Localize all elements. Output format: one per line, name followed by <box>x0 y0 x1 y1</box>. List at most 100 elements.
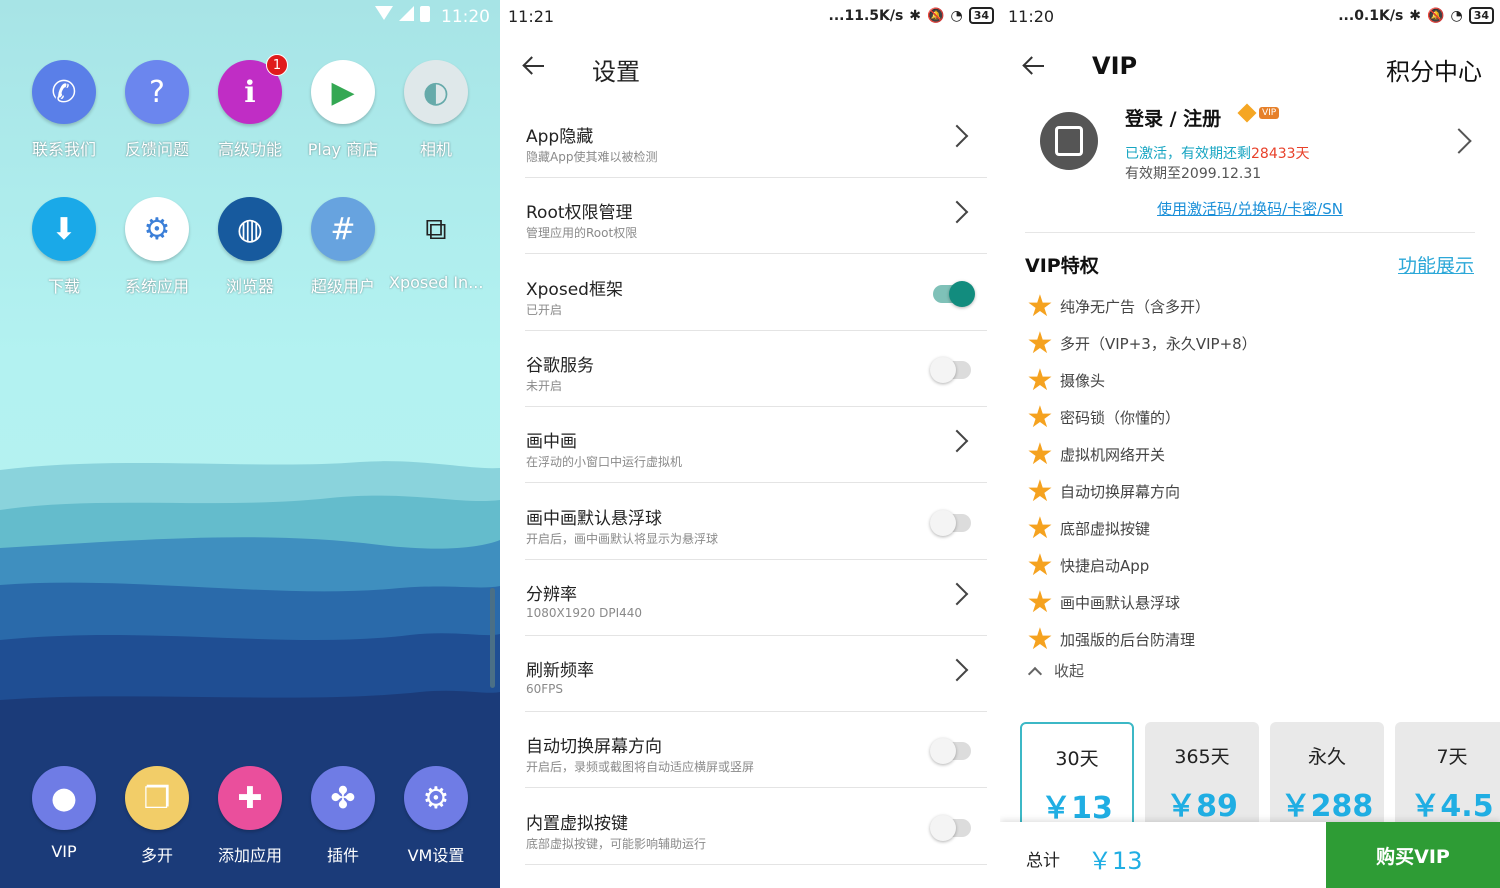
plan-price: ￥4.5 <box>1410 789 1494 824</box>
dock-label: 添加应用 <box>217 846 282 865</box>
chevron-right-icon <box>945 124 969 148</box>
mute-icon: 🔕 <box>927 7 945 24</box>
app-label: Xposed In... <box>389 273 483 292</box>
app-label: 联系我们 <box>31 140 96 159</box>
points-center-link[interactable]: 积分中心 <box>1386 52 1482 87</box>
feature-showcase-link[interactable]: 功能展示 <box>1398 251 1474 278</box>
toggle-switch[interactable] <box>930 509 971 536</box>
settings-header: 设置 <box>500 36 1000 96</box>
privilege-label: 多开（VIP+3，永久VIP+8） <box>1060 335 1257 353</box>
back-arrow-icon[interactable] <box>1022 54 1050 78</box>
avatar-logo-icon <box>1055 126 1083 156</box>
plus-icon: ✚ <box>218 766 282 830</box>
privilege-item: ★ 纯净无广告（含多开） <box>1025 288 1210 325</box>
phone-icon: ✆ <box>32 60 96 124</box>
settings-row[interactable]: Root权限管理 管理应用的Root权限 <box>525 178 987 255</box>
status-time: 11:21 <box>508 7 555 26</box>
plan-price: ￥288 <box>1280 789 1374 824</box>
app-system-apps[interactable]: ⚙ 系统应用 <box>110 197 204 297</box>
settings-row[interactable]: 自动切换屏幕方向 开启后，录频或截图将自动适应横屏或竖屏 <box>525 712 987 789</box>
plan-option[interactable]: 7天 ￥4.5 <box>1395 722 1500 832</box>
app-play-store[interactable]: ▶ Play 商店 <box>296 60 390 160</box>
toggle-switch[interactable] <box>930 738 971 765</box>
login-register-link[interactable]: 登录 / 注册 <box>1125 104 1221 131</box>
total-price: ￥13 <box>1088 847 1143 875</box>
settings-row[interactable]: App隐藏 隐藏App使其难以被检测 <box>525 102 987 178</box>
row-subtitle: 1080X1920 DPI440 <box>526 605 643 620</box>
row-subtitle: 底部虚拟按键，可能影响辅助运行 <box>526 836 707 851</box>
puzzle-piece-icon: ✤ <box>311 766 375 830</box>
dock-label: 多开 <box>140 846 173 865</box>
back-arrow-icon[interactable] <box>522 54 550 78</box>
row-title: 内置虚拟按键 <box>526 813 628 834</box>
app-label: 下载 <box>47 277 80 296</box>
activation-code-link[interactable]: 使用激活码/兑换码/卡密/SN <box>1000 198 1500 219</box>
globe-icon: ◍ <box>218 197 282 261</box>
privilege-label: 自动切换屏幕方向 <box>1060 483 1181 501</box>
row-title: 分辨率 <box>526 584 577 605</box>
battery-icon <box>420 6 430 22</box>
app-puzzle[interactable]: ⧉ Xposed In... <box>389 197 483 293</box>
plan-option[interactable]: 永久 ￥288 <box>1270 722 1384 832</box>
app-label: 浏览器 <box>225 277 274 296</box>
toggle-switch[interactable] <box>930 814 971 841</box>
app-question[interactable]: ? 反馈问题 <box>110 60 204 160</box>
collapse-label: 收起 <box>1054 662 1085 680</box>
star-icon: ★ <box>1026 436 1054 472</box>
row-subtitle: 未开启 <box>526 378 563 393</box>
chevron-right-icon <box>945 658 969 682</box>
scroll-indicator[interactable] <box>490 588 495 688</box>
row-title: 画中画 <box>526 432 577 453</box>
collapse-button[interactable]: 收起 <box>1027 660 1085 681</box>
plan-option[interactable]: 365天 ￥89 <box>1145 722 1259 832</box>
buy-vip-button[interactable]: 购买VIP <box>1326 822 1500 888</box>
remaining-days: 28433天 <box>1251 146 1310 162</box>
chevron-right-icon[interactable] <box>1446 128 1472 154</box>
row-title: 谷歌服务 <box>526 355 594 376</box>
mute-icon: 🔕 <box>1427 7 1445 24</box>
app-download[interactable]: ⬇ 下载 <box>17 197 111 297</box>
settings-row[interactable]: 刷新频率 60FPS <box>525 636 987 713</box>
privilege-item: ★ 画中画默认悬浮球 <box>1025 584 1180 621</box>
plan-option[interactable]: 30天 ￥13 <box>1020 722 1134 832</box>
expiry-date: 有效期至2099.12.31 <box>1125 166 1262 182</box>
settings-row[interactable]: 分辨率 1080X1920 DPI440 <box>525 560 987 636</box>
dock-plus[interactable]: ✚ 添加应用 <box>203 766 297 866</box>
privilege-label: 密码锁（你懂的） <box>1060 409 1181 427</box>
app-phone[interactable]: ✆ 联系我们 <box>17 60 111 160</box>
dock-multi-window[interactable]: ❐ 多开 <box>110 766 204 866</box>
privilege-label: 加强版的后台防清理 <box>1060 631 1196 649</box>
vip-panel: 11:20 ...0.1K/s ✱ 🔕 ◔ 34 VIP 积分中心 登录 / 注… <box>1000 0 1500 888</box>
toggle-switch[interactable] <box>930 356 971 383</box>
toggle-knob <box>930 356 956 383</box>
dock-puzzle-piece[interactable]: ✤ 插件 <box>296 766 390 866</box>
app-hash[interactable]: # 超级用户 <box>296 197 390 297</box>
chevron-up-icon <box>1027 666 1043 681</box>
avatar[interactable] <box>1040 112 1098 170</box>
row-subtitle: 开启后，录频或截图将自动适应横屏或竖屏 <box>526 760 755 775</box>
row-subtitle: 已开启 <box>526 302 563 317</box>
settings-row[interactable]: 画中画 在浮动的小窗口中运行虚拟机 <box>525 407 987 484</box>
toggle-switch[interactable] <box>933 280 975 307</box>
settings-row[interactable]: 谷歌服务 未开启 <box>525 331 987 407</box>
plan-duration: 永久 <box>1307 746 1346 768</box>
settings-row[interactable]: 画中画默认悬浮球 开启后，画中画默认将显示为悬浮球 <box>525 484 987 560</box>
app-camera[interactable]: ◐ 相机 <box>389 60 483 160</box>
settings-row[interactable]: 内置虚拟按键底部虚拟按键，可能影响辅助运行 <box>525 789 987 865</box>
plan-duration: 7天 <box>1436 746 1468 768</box>
purchase-bar: 总计 ￥13 购买VIP <box>1000 822 1500 888</box>
dock-gear[interactable]: ⚙ VM设置 <box>389 766 483 866</box>
cell-signal-icon <box>399 6 414 21</box>
privilege-item: ★ 虚拟机网络开关 <box>1025 436 1165 473</box>
vip-header: VIP 积分中心 <box>1000 36 1500 96</box>
app-globe[interactable]: ◍ 浏览器 <box>203 197 297 297</box>
vip-tag: VIP <box>1259 107 1280 119</box>
dock-label: VIP <box>51 842 77 861</box>
battery-icon: 34 <box>968 7 994 24</box>
net-speed: ...0.1K/s <box>1338 7 1404 24</box>
settings-row[interactable]: Xposed框架 已开启 <box>525 255 987 331</box>
dock-user[interactable]: ● VIP <box>17 766 111 861</box>
bluetooth-icon: ✱ <box>1409 7 1422 24</box>
home-screen-panel: 11:20 ✆ 联系我们? 反馈问题 ℹ 1 高级功能 ▶ Play 商店 ◐ 相机 ⬇ 下载 ⚙ 系统应… <box>0 0 500 888</box>
app-info-book[interactable]: ℹ 1 高级功能 <box>203 54 297 160</box>
